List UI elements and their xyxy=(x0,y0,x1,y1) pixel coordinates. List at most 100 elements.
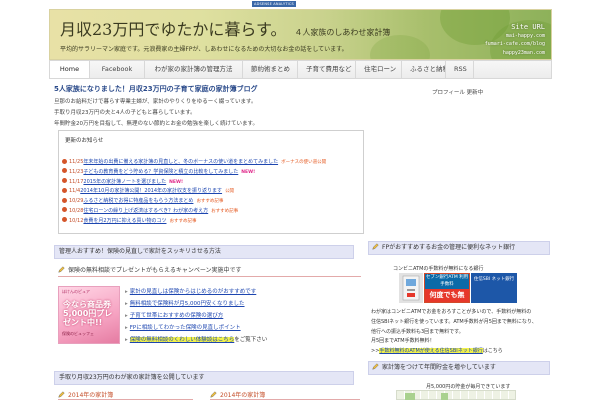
list-item[interactable]: ▸ 子育て世帯におすすめの保険の選び方 xyxy=(125,310,361,322)
sidebar-link-line: >>手数料無料のATMが使える住信SBIネット銀行はこちら xyxy=(371,347,551,357)
news-link[interactable]: ふるさと納税でお得に特産品をもらう方法まとめ xyxy=(83,198,193,204)
news-tag: おすすめ記事 xyxy=(169,218,197,224)
news-item[interactable]: 10/29ふるさと納税でお得に特産品をもらう方法まとめ おすすめ記事 xyxy=(62,197,362,207)
news-list: 11/25年末年始の出費に備える家計簿の見直しと、冬のボーナスの使い道をまとめて… xyxy=(62,158,362,227)
sidebar-savings-heading: 家計簿をつけて年間貯金を増やしています xyxy=(368,361,550,375)
site-tagline: 平均的サラリーマン家庭です。元浪費家の主婦FPが、しあわせになるための大切なお金… xyxy=(60,46,348,53)
bullet-icon xyxy=(62,178,67,184)
arrow-icon: ▸ xyxy=(125,289,128,295)
ledger-column-title[interactable]: 2014年の家計簿 xyxy=(68,392,113,399)
insurance-ad-banner[interactable]: ほけんのピュア 今なら商品券5,000円プレゼント中!! 保険のビュッフェ xyxy=(58,286,120,344)
sidebar-title: プロフィール 更新中 xyxy=(432,90,484,96)
list-item[interactable]: ▸ 保険の無料相談のくわしい体験談はこちらをご覧下さい xyxy=(125,334,361,346)
news-tag-new: NEW! xyxy=(241,169,256,175)
sidebar-savings-heading-text: 家計簿をつけて年間貯金を増やしています xyxy=(382,364,496,371)
arrow-icon: ▸ xyxy=(125,337,128,343)
bullet-icon xyxy=(62,207,67,213)
sbi-net-bank-banner[interactable]: 住信SBI ネット銀行 xyxy=(471,273,517,303)
site-url-2: fumari-cafe.com/blog xyxy=(484,41,545,47)
list-item[interactable]: ▸ 家計の見直しは保険からはじめるのがおすすめです xyxy=(125,286,361,298)
news-item[interactable]: 10/12食費を月2万円に抑える買い物のコツ おすすめ記事 xyxy=(62,217,362,227)
seven-bank-atm-image[interactable] xyxy=(399,273,423,303)
section-bar-insurance: 管理人おすすめ！保険の見直しで家計をスッキリさせる方法 xyxy=(54,245,354,259)
insurance-link-list: ▸ 家計の見直しは保険からはじめるのがおすすめです ▸ 無料相談で保険料が月5,00… xyxy=(125,286,361,346)
atm-banner-title: セブン銀行ATM 利用手数料 xyxy=(425,274,469,289)
atm-banner-free: 何度でも無料！ xyxy=(425,289,469,302)
intro-line: 年間貯金20万円を目指して、無理のない節約とお金の勉強を楽しく続けています。 xyxy=(54,121,259,127)
news-item[interactable]: 11/172015年の家計簿ノートを選びました NEW! xyxy=(62,178,362,188)
intro-title[interactable]: 5人家族になりました！月収23万円の子育て家庭の家計簿ブログ xyxy=(54,84,366,94)
news-tag-new: NEW! xyxy=(169,179,184,185)
section-bar-ledger: 手取り月収23万円のわが家の家計簿を公開しています xyxy=(54,371,354,385)
nav-child-costs[interactable]: 子育て費用など xyxy=(298,61,356,78)
site-url-label: Site URL xyxy=(511,23,545,31)
page: ADSENSE ANALYTICS 月収23万円でゆたかに暮らす。 ４人家族のし… xyxy=(0,0,600,400)
bullet-icon xyxy=(62,197,67,203)
site-header[interactable]: 月収23万円でゆたかに暮らす。 ４人家族のしあわせ家計簿 平均的サラリーマン家庭… xyxy=(49,9,552,60)
nav-facebook[interactable]: Facebook xyxy=(90,61,145,78)
news-box: 更新のお知らせ 11/25年末年始の出費に備える家計簿の見直しと、冬のボーナスの… xyxy=(58,130,364,234)
link-suffix: をご覧下さい xyxy=(234,337,268,343)
article-link[interactable]: 家計の見直しは保険からはじめるのがおすすめです xyxy=(130,289,257,295)
bullet-icon xyxy=(62,158,67,164)
nav-furusato-tax[interactable]: ふるさと納税 xyxy=(402,61,446,78)
pencil-icon xyxy=(372,243,379,250)
nav-saving-tips[interactable]: 節約術まとめ xyxy=(243,61,298,78)
news-item[interactable]: 11/42014年10月の家計簿公開！2014年の家計収支を振り返ります 公開 xyxy=(62,187,362,197)
news-item[interactable]: 10/28住宅ローンの繰り上げ返済はするべき？わが家の考え方 おすすめ記事 xyxy=(62,207,362,217)
news-link[interactable]: 年末年始の出費に備える家計簿の見直しと、冬のボーナスの使い道をまとめてみました xyxy=(83,159,278,165)
site-url-block: Site URL mai-happy.com fumari-cafe.com/b… xyxy=(485,23,545,57)
main-nav: Home Facebook わが家の家計簿の管理方法 節約術まとめ 子育て費用な… xyxy=(49,60,552,79)
ledger-column-heading: 2014年の家計簿 xyxy=(58,390,193,400)
arrow-icon: ▸ xyxy=(125,301,128,307)
news-date: 10/29 xyxy=(69,198,84,205)
ad-footer: 保険のビュッフェ xyxy=(62,331,94,336)
bullet-icon xyxy=(62,168,67,174)
sidebar-fp-heading-text: FPがおすすめするお金の管理に便利なネット銀行 xyxy=(382,244,516,251)
site-title-row: 月収23万円でゆたかに暮らす。 ４人家族のしあわせ家計簿 xyxy=(60,16,390,40)
link-suffix: はこちら xyxy=(482,348,503,355)
news-link[interactable]: 食費を月2万円に抑える買い物のコツ xyxy=(83,218,166,224)
article-link[interactable]: 無料相談で保険料が月5,000円安くなりました xyxy=(130,301,245,307)
list-item[interactable]: ▸ FPに相談してわかった保険の見直しポイント xyxy=(125,322,361,334)
news-item[interactable]: 11/25年末年始の出費に備える家計簿の見直しと、冬のボーナスの使い道をまとめて… xyxy=(62,158,362,168)
highlighted-link[interactable]: 保険の無料相談のくわしい体験談はこちら xyxy=(129,337,235,343)
nav-household-ledger[interactable]: わが家の家計簿の管理方法 xyxy=(145,61,243,78)
news-link[interactable]: 住宅ローンの繰り上げ返済はするべき？わが家の考え方 xyxy=(83,208,208,214)
news-link[interactable]: 2014年10月の家計簿公開！2014年の家計収支を振り返ります xyxy=(80,188,222,194)
news-tag: おすすめ記事 xyxy=(211,208,239,214)
site-title[interactable]: 月収23万円でゆたかに暮らす。 xyxy=(60,20,286,39)
news-tag: おすすめ記事 xyxy=(196,199,224,205)
section-subheading-text[interactable]: 保険の無料相談でプレゼントがもらえるキャンペーン実施中です xyxy=(68,267,242,274)
site-subtitle: ４人家族のしあわせ家計簿 xyxy=(294,28,391,37)
sbi-bank-link[interactable]: 手数料無料のATMが使える住信SBIネット銀行 xyxy=(379,348,483,355)
bank-banner-group[interactable]: セブン銀行ATM 利用手数料 何度でも無料！ 住信SBI ネット銀行 xyxy=(399,273,517,303)
news-date: 11/25 xyxy=(69,159,84,165)
site-url-1: mai-happy.com xyxy=(505,32,545,39)
news-link[interactable]: 2015年の家計簿ノートを選びました xyxy=(83,179,166,185)
ad-headline: 今なら商品券5,000円プレゼント中!! xyxy=(63,300,113,327)
ledger-column-title[interactable]: 2014年の家計簿 xyxy=(220,392,265,399)
nav-mortgage[interactable]: 住宅ローン xyxy=(356,61,402,78)
list-item[interactable]: ▸ 無料相談で保険料が月5,000円安くなりました xyxy=(125,298,361,310)
savings-calendar-image xyxy=(396,390,516,400)
pencil-icon xyxy=(58,266,65,273)
sidebar-savings-caption: 月5,000円の貯金が毎月できています xyxy=(426,384,511,390)
arrow-icon: ▸ xyxy=(125,325,128,331)
news-date: 10/12 xyxy=(69,217,84,224)
bullet-icon xyxy=(62,187,67,193)
analytics-badge: ADSENSE ANALYTICS xyxy=(252,1,296,7)
news-item[interactable]: 11/23子どもの教育費をどう貯める？学資保険と積立の比較をしてみました NEW! xyxy=(62,168,362,178)
news-link[interactable]: 子どもの教育費をどう貯める？学資保険と積立の比較をしてみました xyxy=(83,169,238,175)
sidebar-text-line: 住信SBIネット銀行を使っています。ATM手数料が月5回まで無料になり、 xyxy=(371,318,537,325)
atm-fee-free-banner[interactable]: セブン銀行ATM 利用手数料 何度でも無料！ xyxy=(424,273,470,303)
nav-home[interactable]: Home xyxy=(50,61,90,78)
nav-rss[interactable]: RSS xyxy=(446,61,474,78)
news-date: 11/4 xyxy=(69,188,81,195)
news-date: 10/28 xyxy=(69,207,84,214)
news-date: 11/17 xyxy=(69,178,84,185)
ad-brand: ほけんのピュア xyxy=(62,289,90,294)
article-link[interactable]: 子育て世帯におすすめの保険の選び方 xyxy=(130,313,224,319)
bullet-icon xyxy=(62,217,67,223)
article-link[interactable]: FPに相談してわかった保険の見直しポイント xyxy=(130,325,241,331)
